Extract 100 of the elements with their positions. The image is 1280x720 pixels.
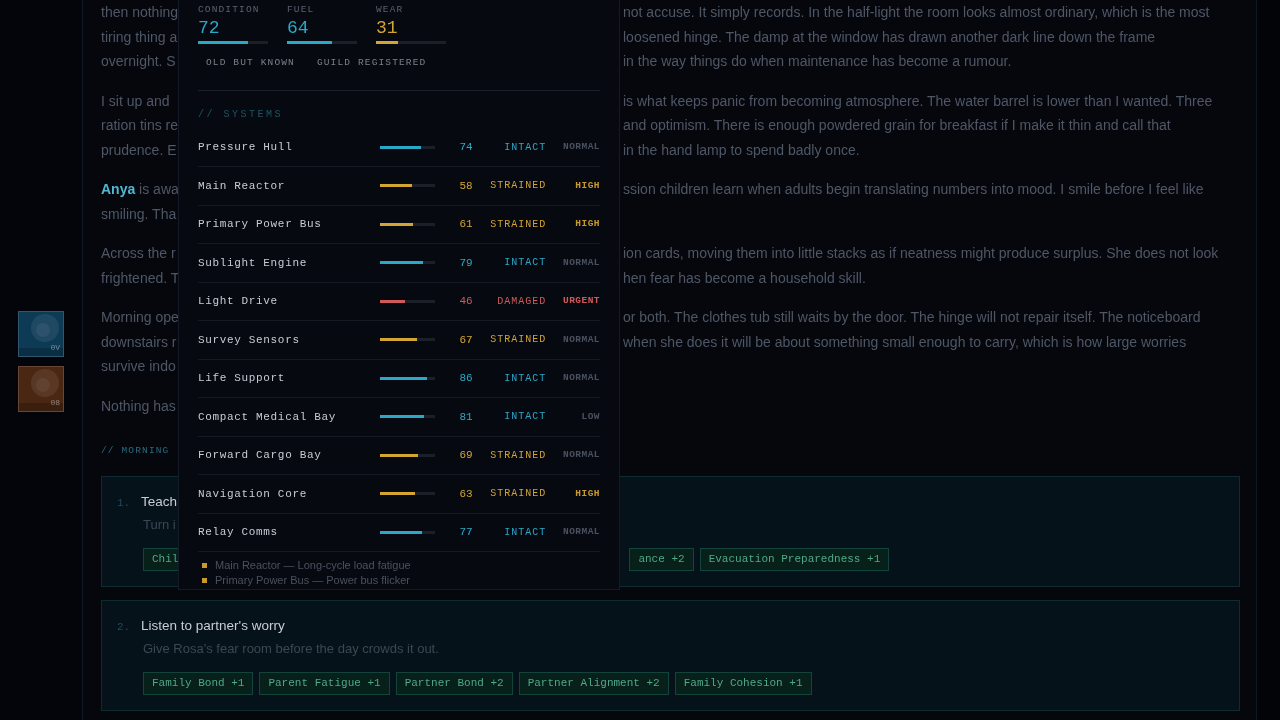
task-number: 2. (117, 620, 132, 635)
task-card[interactable]: 2. Listen to partner's worry Give Rosa's fear room before the day crowds it out. Family Bond +1 Parent Fatigue +1 Partner Bond +2 Partner Alignment +2 Family Cohesion +1 (101, 600, 1240, 711)
paragraph-line: not accuse. It simply records. In the half-light the room looks almost ordinary, which is the most (623, 3, 1210, 22)
status-label: STRAINED (490, 217, 547, 232)
task-number: 1. (117, 496, 132, 511)
paragraph-line: frightened. T (101, 268, 178, 288)
paragraph-line: Anya is awa (101, 180, 178, 199)
paragraph-line: ion cards, moving them into little stacks as if neatness might produce surplus. She does not look (623, 244, 1219, 263)
paragraph-line: or both. The clothes tub still waits by the door. The hinge will not repair itself. The noticeboard (623, 308, 1201, 327)
system-bar (380, 453, 435, 457)
system-bar (380, 530, 435, 534)
system-name: Relay Comms (198, 525, 279, 540)
stat-label: FUEL (287, 3, 315, 17)
status-label: STRAINED (490, 333, 547, 348)
priority-label: NORMAL (562, 255, 600, 270)
status-label: INTACT (504, 410, 547, 425)
paragraph-line: hen fear has become a household skill. (623, 268, 866, 288)
tag: Partner Bond +2 (395, 672, 513, 695)
system-name: Primary Power Bus (198, 217, 323, 232)
system-value: 61 (459, 217, 473, 232)
system-value: 81 (459, 409, 473, 425)
tag: Partner Alignment +2 (518, 672, 669, 695)
task-description: Give Rosa's fear room before the day crowds it out. (143, 640, 439, 658)
note-text: Main Reactor — Long-cycle load fatigue (215, 558, 411, 572)
section-label: // SYSTEMS (198, 107, 283, 122)
system-bar (380, 184, 435, 188)
stat-bar (287, 41, 357, 45)
stat-bar (198, 41, 268, 45)
system-name: Light Drive (198, 294, 279, 309)
system-name: Compact Medical Bay (198, 409, 337, 425)
stat-label: WEAR (376, 3, 404, 17)
system-value: 63 (459, 486, 473, 502)
tag: Family Bond +1 (143, 672, 254, 695)
system-name: Navigation Core (198, 486, 308, 502)
status-label: INTACT (504, 525, 547, 540)
thumbnail-label: 0V (50, 342, 60, 354)
priority-label: NORMAL (562, 525, 600, 540)
stat-value: 72 (198, 17, 220, 40)
system-name: Main Reactor (198, 178, 287, 194)
paragraph-line: prudence. E (101, 140, 178, 160)
system-bar (380, 492, 435, 496)
status-label: STRAINED (490, 448, 547, 463)
section-label: // MORNING (101, 443, 170, 458)
system-name: Forward Cargo Bay (198, 448, 323, 463)
system-value: 77 (459, 525, 473, 540)
system-bar (380, 145, 435, 149)
priority-label: LOW (581, 409, 600, 424)
status-label: INTACT (504, 256, 547, 271)
paragraph-line: and optimism. There is enough powdered grain for breakfast if I make it thin and call that (623, 116, 1171, 135)
status-label: STRAINED (490, 179, 547, 194)
trait-label: GUILD REGISTERED (316, 56, 427, 71)
priority-label: HIGH (575, 217, 600, 232)
paragraph-line: is what keeps panic from becoming atmosphere. The water barrel is lower than I wanted. Three (623, 91, 1213, 111)
priority-label: HIGH (575, 486, 600, 501)
system-value: 69 (459, 448, 473, 463)
stat-value: 31 (376, 17, 398, 40)
system-name: Life Support (198, 371, 287, 386)
system-value: 74 (459, 140, 473, 155)
system-value: 58 (459, 178, 473, 194)
stat-value: 64 (287, 17, 309, 40)
system-bar (380, 299, 435, 303)
bullet-icon (202, 577, 207, 583)
tag: Family Cohesion +1 (674, 672, 812, 695)
task-title: Teach (141, 493, 178, 511)
paragraph-line: Across the r (101, 244, 177, 263)
trait-label: OLD BUT KNOWN (206, 56, 295, 71)
priority-label: HIGH (575, 178, 600, 193)
tag: Parent Fatigue +1 (259, 672, 390, 695)
status-label: INTACT (504, 140, 547, 155)
status-label: STRAINED (490, 487, 547, 502)
paragraph-line: smiling. Tha (101, 204, 178, 224)
paragraph-line: in the hand lamp to spend badly once. (623, 140, 860, 160)
system-bar (380, 415, 435, 419)
system-name: Sublight Engine (198, 255, 308, 271)
priority-label: NORMAL (562, 448, 600, 463)
priority-label: NORMAL (562, 371, 600, 386)
paragraph-line: Nothing has (101, 396, 177, 416)
paragraph-line: ssion children learn when adults begin translating numbers into mood. I smile before I feel like (623, 180, 1204, 199)
paragraph-line: I sit up and (101, 91, 171, 111)
system-value: 67 (459, 332, 473, 348)
paragraph-line: downstairs r (101, 332, 178, 352)
paragraph-line: ration tins re (101, 116, 178, 135)
task-title: Listen to partner's worry (141, 617, 285, 635)
thumbnail[interactable]: 08 (18, 366, 64, 412)
system-bar (380, 261, 435, 265)
tag: Evacuation Preparedness +1 (699, 548, 890, 571)
priority-label: NORMAL (562, 140, 600, 155)
paragraph-line: when she does it will be about something small enough to carry, which is how large worries (623, 332, 1187, 352)
system-value: 46 (459, 294, 473, 309)
paragraph-line: in the way things do when maintenance has become a rumour. (623, 52, 1012, 71)
paragraph-line: then nothing (101, 3, 178, 22)
system-name: Pressure Hull (198, 140, 294, 155)
paragraph-line: loosened hinge. The damp at the window has drawn another dark line down the frame (623, 27, 1156, 47)
tag: ance +2 (629, 548, 694, 571)
stat-label: CONDITION (198, 3, 260, 17)
system-bar (380, 376, 435, 380)
system-value: 86 (459, 371, 473, 386)
paragraph-line: survive indo (101, 357, 177, 376)
priority-label: URGENT (562, 294, 600, 309)
status-label: INTACT (504, 371, 547, 386)
